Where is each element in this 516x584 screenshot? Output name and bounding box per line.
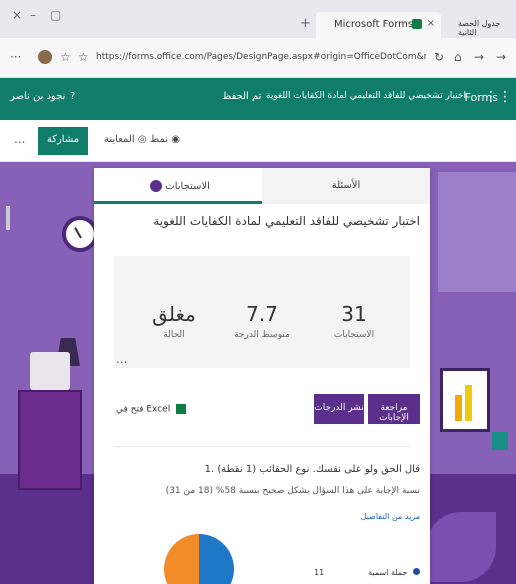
monitor-bar bbox=[465, 385, 472, 421]
more-stats-icon[interactable]: ... bbox=[116, 352, 127, 366]
tab-questions[interactable]: الأسئلة bbox=[262, 168, 430, 204]
cabinet-shape bbox=[18, 390, 82, 490]
excel-label: فتح في Excel bbox=[116, 404, 171, 415]
mug-shape bbox=[492, 432, 508, 450]
app-launcher-icon[interactable]: ⋮⋮ bbox=[484, 89, 512, 105]
browser-tab-bar: × – ▢ + × Microsoft Forms جدول الحصة الث… bbox=[0, 0, 516, 38]
forward-icon[interactable]: → bbox=[474, 50, 484, 64]
legend-label: جملة اسمية bbox=[368, 568, 408, 577]
reading-icon[interactable]: ☆ bbox=[78, 50, 89, 64]
question-1-title: 1. قال الحق ولو على نفسك. نوع الحقائب (1… bbox=[204, 464, 420, 475]
printer-shape bbox=[30, 352, 70, 390]
preview-button[interactable]: المعاينة ◎ bbox=[104, 134, 147, 145]
favorites-icon[interactable]: ☆ bbox=[60, 50, 71, 64]
tab-close-icon[interactable]: × bbox=[427, 18, 435, 29]
stat-value: 31 bbox=[341, 302, 367, 326]
forms-header: نجود بن ناصر ? تم الحفظ اختبار تشخيصي لل… bbox=[0, 78, 516, 120]
home-icon[interactable]: ⌂ bbox=[454, 50, 462, 64]
divider bbox=[114, 446, 410, 447]
open-in-excel-link[interactable]: فتح في Excel bbox=[116, 404, 187, 415]
more-options-icon[interactable]: ... bbox=[14, 132, 25, 146]
preview-label: المعاينة bbox=[104, 134, 135, 145]
legend-count: 11 bbox=[314, 568, 325, 577]
responses-badge bbox=[150, 180, 163, 192]
close-window-icon[interactable]: × bbox=[12, 8, 22, 22]
eye-icon: ◎ bbox=[137, 134, 147, 145]
stat-label: الاستجابات bbox=[333, 330, 375, 340]
monitor-bar bbox=[455, 395, 462, 421]
tab-schedule[interactable]: جدول الحصة الثانية bbox=[446, 12, 516, 38]
stat-average-score: 7.7 متوسط الدرجة bbox=[222, 302, 302, 340]
excel-icon bbox=[176, 404, 187, 414]
tab-label: جدول الحصة الثانية bbox=[458, 19, 501, 37]
response-actions: فتح في Excel نشر الدرجات مراجعة الإجابات bbox=[94, 392, 430, 428]
command-bar: ... مشاركة المعاينة ◎ نمط ◉ bbox=[0, 120, 516, 162]
plant-shape bbox=[426, 512, 496, 582]
clock-icon bbox=[62, 216, 98, 252]
stat-label: متوسط الدرجة bbox=[234, 330, 290, 340]
stat-label: الحالة bbox=[163, 330, 185, 340]
form-title: اختبار تشخيصي للفاقد التعليمي لمادة الكف… bbox=[153, 214, 420, 228]
more-icon[interactable]: ··· bbox=[10, 50, 21, 64]
bar-chart-monitor bbox=[440, 368, 490, 432]
share-button[interactable]: مشاركة bbox=[38, 127, 88, 155]
palette-icon: ◉ bbox=[171, 134, 180, 145]
stat-responses: 31 الاستجابات bbox=[314, 302, 394, 340]
scroll-handle[interactable] bbox=[6, 206, 10, 230]
tab-responses[interactable]: الاستجابات bbox=[94, 168, 262, 204]
stat-value: مغلق bbox=[152, 302, 196, 326]
address-bar: ··· ☆ ☆ https://forms.office.com/Pages/D… bbox=[0, 38, 516, 78]
forms-tab-icon bbox=[412, 19, 422, 29]
window-shape bbox=[438, 172, 516, 292]
tab-responses-label: الاستجابات bbox=[165, 181, 210, 192]
back-icon[interactable]: → bbox=[496, 50, 506, 64]
stat-value: 7.7 bbox=[246, 302, 278, 326]
form-tabs: الاستجابات الأسئلة bbox=[94, 168, 430, 204]
style-label: نمط bbox=[150, 134, 169, 145]
minimize-window-icon[interactable]: – bbox=[30, 8, 36, 22]
tab-microsoft-forms[interactable]: × Microsoft Forms bbox=[316, 12, 441, 38]
user-name[interactable]: نجود بن ناصر bbox=[10, 91, 65, 102]
tab-label: Microsoft Forms bbox=[334, 19, 414, 30]
responses-card: الاستجابات الأسئلة اختبار تشخيصي للفاقد … bbox=[94, 168, 430, 584]
new-tab-icon[interactable]: + bbox=[300, 16, 311, 31]
review-answers-button[interactable]: مراجعة الإجابات bbox=[368, 394, 420, 424]
legend-item: جملة اسمية bbox=[368, 568, 420, 577]
url-field[interactable]: https://forms.office.com/Pages/DesignPag… bbox=[96, 48, 426, 68]
legend-dot-icon bbox=[413, 568, 420, 575]
style-button[interactable]: نمط ◉ bbox=[150, 134, 180, 145]
stat-status: مغلق الحالة bbox=[134, 302, 214, 340]
form-name: اختبار تشخيصي للفاقد التعليمي لمادة الكف… bbox=[266, 91, 467, 101]
help-icon[interactable]: ? bbox=[70, 91, 75, 102]
profile-avatar[interactable] bbox=[38, 50, 52, 64]
saved-status: تم الحفظ bbox=[222, 91, 262, 102]
more-details-link[interactable]: مزيد من التفاصيل bbox=[361, 512, 420, 521]
post-scores-button[interactable]: نشر الدرجات bbox=[314, 394, 364, 424]
question-1-stats: نسبة الإجابة على هذا السؤال بشكل صحيح بن… bbox=[165, 486, 420, 496]
maximize-window-icon[interactable]: ▢ bbox=[50, 8, 61, 22]
answers-pie-chart bbox=[164, 534, 234, 584]
summary-stats: مغلق الحالة 7.7 متوسط الدرجة 31 الاستجاب… bbox=[114, 256, 410, 368]
refresh-icon[interactable]: ↻ bbox=[434, 50, 444, 64]
